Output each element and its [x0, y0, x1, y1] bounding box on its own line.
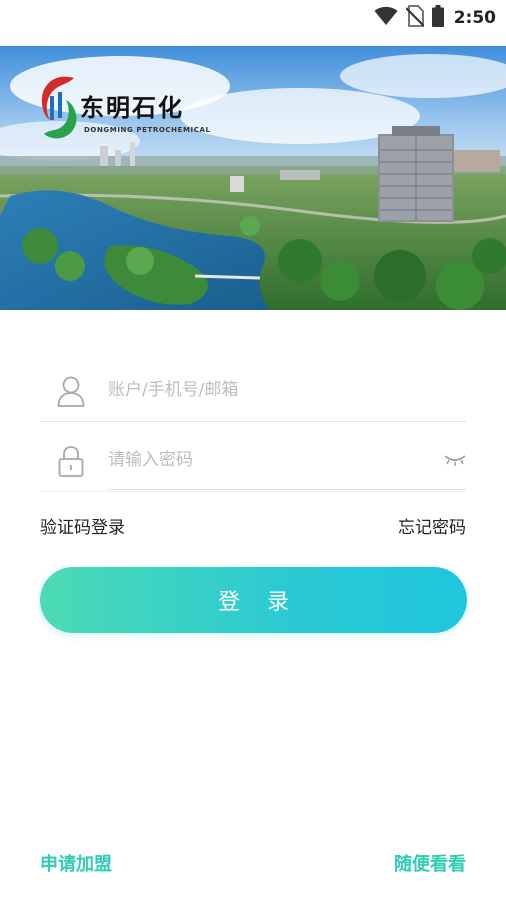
status-icons: 2:50 — [374, 5, 496, 31]
logo-english-name: DONGMING PETROCHEMICAL — [84, 126, 211, 134]
logo-mark-icon — [41, 76, 77, 139]
account-field — [40, 366, 466, 422]
banner-image: 东明石化 DONGMING PETROCHEMICAL — [0, 46, 506, 310]
eye-closed-icon[interactable] — [444, 452, 466, 471]
company-logo: 东明石化 DONGMING PETROCHEMICAL — [36, 74, 236, 154]
password-input[interactable] — [108, 442, 428, 478]
account-input[interactable] — [108, 372, 428, 408]
login-button[interactable]: 登 录 — [40, 567, 467, 633]
password-field — [40, 436, 466, 492]
forgot-password-link[interactable]: 忘记密码 — [398, 513, 466, 538]
password-divider — [108, 489, 466, 490]
wifi-icon — [374, 6, 398, 30]
user-icon — [56, 374, 86, 408]
status-time: 2:50 — [453, 8, 496, 28]
browse-link[interactable]: 随便看看 — [394, 850, 466, 876]
status-bar: 2:50 — [0, 0, 506, 46]
no-sim-icon — [404, 5, 425, 31]
battery-icon — [431, 5, 444, 31]
account-divider — [40, 421, 466, 422]
password-field-bottom-divider — [40, 491, 466, 492]
logo-chinese-name: 东明石化 — [80, 94, 184, 122]
lock-icon — [56, 444, 86, 478]
apply-join-link[interactable]: 申请加盟 — [40, 850, 112, 876]
sms-login-link[interactable]: 验证码登录 — [40, 513, 125, 538]
